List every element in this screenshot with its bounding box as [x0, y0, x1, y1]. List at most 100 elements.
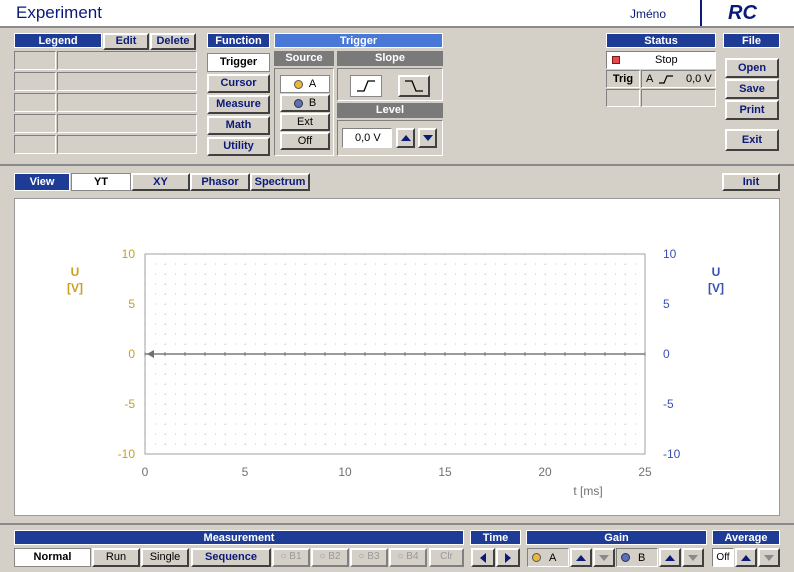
trigger-level-marker-icon: [147, 350, 154, 358]
marker-b1-label: B1: [289, 551, 302, 562]
tab-spectrum[interactable]: Spectrum: [250, 173, 310, 191]
legend-text-cell[interactable]: [57, 51, 197, 70]
open-button[interactable]: Open: [725, 58, 779, 78]
status-header: Status: [606, 33, 716, 48]
logo-divider: [700, 0, 702, 26]
rc-logo: RC: [728, 2, 757, 24]
gain-header: Gain: [526, 530, 707, 545]
source-a-label: A: [308, 78, 317, 90]
marker-b3-label: B3: [367, 551, 380, 562]
source-off-button[interactable]: Off: [280, 132, 330, 150]
mode-normal-button[interactable]: Normal: [14, 548, 91, 567]
print-button[interactable]: Print: [725, 100, 779, 120]
y-axis-left-label-units: [V]: [67, 281, 83, 295]
source-b-label: B: [308, 97, 317, 109]
radio-icon: ○: [358, 551, 368, 562]
arrow-down-icon: [599, 554, 609, 561]
slope-header: Slope: [337, 51, 443, 66]
gain-a-down-button[interactable]: [593, 548, 615, 567]
divider: [0, 523, 794, 525]
time-decrease-button[interactable]: [471, 548, 495, 567]
status-trig-label: Trig: [606, 70, 640, 88]
y-tick-label-left: 10: [122, 247, 136, 261]
legend-text-cell[interactable]: [57, 72, 197, 91]
legend-text-cell[interactable]: [57, 135, 197, 154]
marker-b1-button[interactable]: ○ B1: [272, 548, 310, 567]
tab-phasor[interactable]: Phasor: [190, 173, 250, 191]
marker-b3-button[interactable]: ○ B3: [350, 548, 388, 567]
marker-b2-button[interactable]: ○ B2: [311, 548, 349, 567]
legend-color-cell[interactable]: [14, 72, 56, 91]
average-up-button[interactable]: [735, 548, 757, 567]
x-tick-label: 20: [538, 465, 552, 479]
clear-button[interactable]: Clr: [429, 548, 464, 567]
time-header: Time: [470, 530, 521, 545]
gain-b-down-button[interactable]: [682, 548, 704, 567]
x-axis-label: t [ms]: [573, 484, 602, 498]
marker-b2-label: B2: [328, 551, 341, 562]
average-down-button[interactable]: [758, 548, 780, 567]
legend-color-cell[interactable]: [14, 135, 56, 154]
status-trig-value: 0,0 V: [686, 73, 712, 85]
tab-xy[interactable]: XY: [131, 173, 190, 191]
channel-b-dot-icon: [293, 98, 303, 108]
legend-text-cell[interactable]: [57, 93, 197, 112]
file-header: File: [723, 33, 780, 48]
exit-button[interactable]: Exit: [725, 129, 779, 151]
level-down-button[interactable]: [418, 128, 437, 148]
level-value-field[interactable]: 0,0 V: [342, 128, 392, 148]
arrow-up-icon: [576, 554, 586, 561]
legend-edit-button[interactable]: Edit: [103, 33, 149, 50]
function-cursor-button[interactable]: Cursor: [207, 74, 270, 93]
trigger-header: Trigger: [274, 33, 443, 48]
save-button[interactable]: Save: [725, 79, 779, 99]
y-axis-right-label-unit: U: [712, 265, 721, 279]
radio-icon: ○: [319, 551, 329, 562]
falling-edge-icon: [405, 80, 423, 92]
source-a-button[interactable]: A: [280, 75, 330, 93]
scope-display[interactable]: 0 5 10 15 20 25 10 10 5 5 0 0 -5 -5 -10 -10 U [V] U [V]…: [14, 198, 780, 516]
tab-yt[interactable]: YT: [71, 173, 131, 191]
y-tick-label-left: -5: [124, 397, 135, 411]
chart-ticks: 0 5 10 15 20 25 10 10 5 5 0 0 -5 -5 -10 -10: [118, 247, 681, 479]
gain-b-up-button[interactable]: [659, 548, 681, 567]
function-trigger-button[interactable]: Trigger: [207, 53, 270, 72]
slope-rising-button[interactable]: [350, 75, 382, 97]
status-empty-cell: [641, 89, 716, 107]
init-button[interactable]: Init: [722, 173, 780, 191]
source-b-button[interactable]: B: [280, 94, 330, 112]
stop-indicator-icon: [612, 56, 620, 64]
legend-delete-button[interactable]: Delete: [150, 33, 196, 50]
marker-b4-button[interactable]: ○ B4: [389, 548, 427, 567]
slope-group: [337, 68, 443, 101]
time-increase-button[interactable]: [496, 548, 520, 567]
yt-chart[interactable]: 0 5 10 15 20 25 10 10 5 5 0 0 -5 -5 -10 -10 U [V] U [V]…: [15, 199, 781, 517]
arrow-right-icon: [505, 552, 511, 563]
average-value-field[interactable]: Off: [712, 548, 734, 567]
legend-text-cell[interactable]: [57, 114, 197, 133]
mode-run-button[interactable]: Run: [92, 548, 140, 567]
mode-sequence-button[interactable]: Sequence: [191, 548, 271, 567]
y-tick-label-right: -5: [663, 397, 674, 411]
function-utility-button[interactable]: Utility: [207, 137, 270, 156]
function-measure-button[interactable]: Measure: [207, 95, 270, 114]
marker-b4-label: B4: [406, 551, 419, 562]
gain-a-up-button[interactable]: [570, 548, 592, 567]
legend-color-cell[interactable]: [14, 114, 56, 133]
level-up-button[interactable]: [396, 128, 415, 148]
arrow-up-icon: [665, 554, 675, 561]
source-ext-button[interactable]: Ext: [280, 113, 330, 131]
legend-color-cell[interactable]: [14, 93, 56, 112]
legend-color-cell[interactable]: [14, 51, 56, 70]
app-title: Experiment: [16, 3, 102, 22]
arrow-down-icon: [688, 554, 698, 561]
y-tick-label-right: 5: [663, 297, 670, 311]
slope-falling-button[interactable]: [398, 75, 430, 97]
y-tick-label-left: 0: [128, 347, 135, 361]
x-tick-label: 0: [142, 465, 149, 479]
function-math-button[interactable]: Math: [207, 116, 270, 135]
source-group: A B Ext Off: [274, 68, 334, 156]
mode-single-button[interactable]: Single: [141, 548, 189, 567]
gain-b-label: B: [616, 548, 658, 567]
divider: [0, 164, 794, 166]
